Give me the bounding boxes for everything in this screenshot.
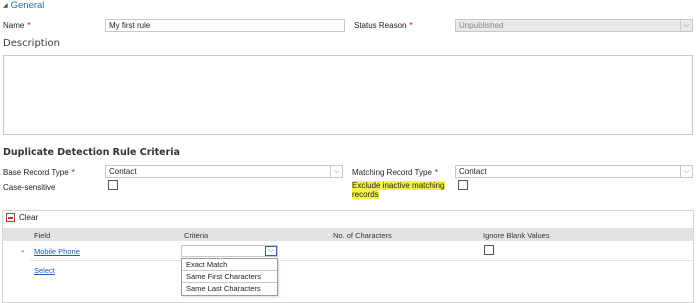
exclude-inactive-checkbox[interactable] <box>458 180 468 190</box>
select-link[interactable]: Select <box>34 266 55 275</box>
field-link-mobile-phone[interactable]: Mobile Phone <box>34 247 80 256</box>
clear-label: Clear <box>19 213 39 222</box>
general-section-toggle[interactable]: ◢ General <box>3 0 44 11</box>
exclude-inactive-label: Exclude inactive matching records <box>352 181 445 199</box>
row-divider <box>30 260 180 261</box>
clear-button[interactable]: Clear <box>6 213 38 222</box>
criteria-section-title: Duplicate Detection Rule Criteria <box>3 147 180 158</box>
exclude-inactive-line2: records <box>352 190 379 199</box>
case-sensitive-checkbox[interactable] <box>108 180 118 190</box>
base-record-type-label-text: Base Record Type <box>3 168 69 177</box>
criteria-option-same-last-characters[interactable]: Same Last Characters <box>182 283 277 295</box>
base-record-type-value: Contact <box>109 167 137 176</box>
column-header-field: Field <box>34 231 51 240</box>
criteria-option-exact-match[interactable]: Exact Match <box>182 259 277 271</box>
base-record-type-select[interactable]: Contact ⌵ <box>105 165 343 178</box>
clear-icon <box>6 213 15 222</box>
chevron-down-icon[interactable]: ⌄ <box>20 246 26 254</box>
column-header-criteria: Criteria <box>184 231 209 240</box>
chevron-down-icon: ⌵ <box>265 246 277 256</box>
description-title: Description <box>3 38 60 49</box>
chevron-down-icon: ⌵ <box>330 166 342 177</box>
column-header-characters: No. of Characters <box>333 231 392 240</box>
status-reason-select[interactable]: Unpublished ⌵ <box>455 19 693 32</box>
matching-record-type-label-text: Matching Record Type <box>352 168 432 177</box>
name-input[interactable]: My first rule <box>105 19 345 32</box>
base-record-type-label: Base Record Type * <box>3 168 75 177</box>
matching-record-type-select[interactable]: Contact ⌵ <box>455 165 693 178</box>
criteria-option-same-first-characters[interactable]: Same First Characters <box>182 271 277 283</box>
criteria-dropdown-list: Exact Match Same First Characters Same L… <box>181 258 278 296</box>
chevron-down-icon: ⌵ <box>680 166 692 177</box>
name-label: Name * <box>3 21 30 30</box>
row-divider <box>280 260 693 261</box>
exclude-inactive-line1: Exclude inactive matching <box>352 181 445 190</box>
matching-record-type-label: Matching Record Type * <box>352 168 438 177</box>
criteria-select[interactable]: ⌵ <box>181 245 278 257</box>
general-title: General <box>10 0 45 11</box>
description-textarea[interactable] <box>3 55 693 135</box>
status-reason-label: Status Reason * <box>354 21 413 30</box>
table-row <box>3 243 693 258</box>
status-reason-label-text: Status Reason <box>354 21 407 30</box>
required-marker: * <box>434 168 439 177</box>
required-marker: * <box>71 168 75 177</box>
matching-record-type-value: Contact <box>459 167 487 176</box>
status-reason-value: Unpublished <box>459 21 504 30</box>
column-header-ignore-blank: Ignore Blank Values <box>483 231 550 240</box>
ignore-blank-checkbox[interactable] <box>484 245 494 255</box>
required-marker: * <box>409 21 413 30</box>
collapse-triangle-icon: ◢ <box>3 3 8 9</box>
name-label-text: Name <box>3 21 25 30</box>
required-marker: * <box>27 21 31 30</box>
case-sensitive-label: Case-sensitive <box>3 183 56 192</box>
chevron-down-icon: ⌵ <box>680 20 692 31</box>
